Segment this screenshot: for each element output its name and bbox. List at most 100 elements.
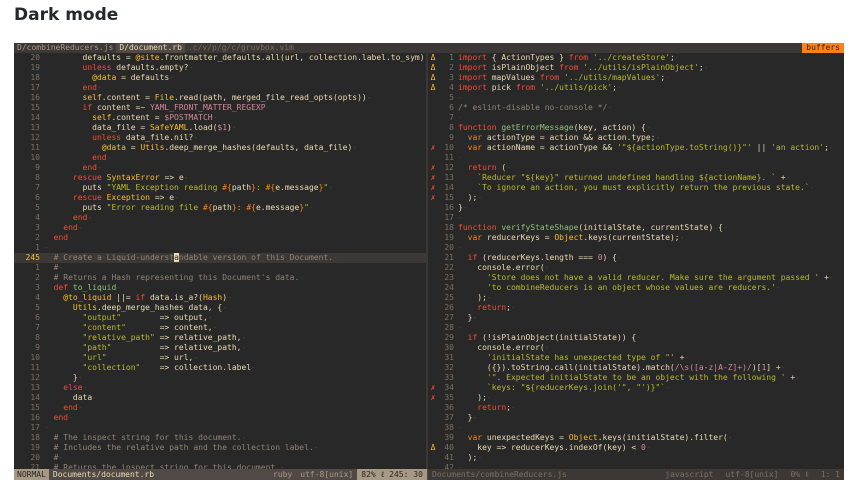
code-line[interactable]: 18 function verifyStateShape(initialState… [428, 223, 844, 233]
code-line[interactable]: 27 }- [428, 313, 844, 323]
code-line[interactable]: 10 "url" => url,- [14, 353, 426, 363]
code-text: data_file = SafeYAML.load($1)- [44, 123, 237, 132]
code-line[interactable]: 17 end- [14, 83, 426, 93]
code-line[interactable]: 19 unless defaults.empty?- [14, 63, 426, 73]
code-line[interactable]: 16}- [428, 203, 844, 213]
code-line[interactable]: ✗ 13 `Reducer "${key}" returned undefined… [428, 173, 844, 183]
line-number: 16 [444, 203, 454, 212]
code-line[interactable]: 33 '". Expected initialState to be an ob… [428, 373, 844, 383]
code-line[interactable]: 2 # Returns a Hash representing this Doc… [14, 273, 426, 283]
code-line[interactable]: 11 @data = Utils.deep_merge_hashes(defau… [14, 143, 426, 153]
code-line[interactable]: 20 #- [14, 453, 426, 463]
code-line[interactable]: 17- [14, 423, 426, 433]
code-line[interactable]: 21 if (reducerKeys.length === 0) {- [428, 253, 844, 263]
code-line[interactable]: 8 function getErrorMessage(key, action) {… [428, 123, 844, 133]
line-number: 35 [444, 393, 454, 402]
code-line[interactable]: 5 puts "Error reading file #{path}: #{e.… [14, 203, 426, 213]
code-line[interactable]: 26 return;- [428, 303, 844, 313]
tab-gruvbox-vim[interactable]: .c/v/p/g/c/gruvbox.vim [185, 43, 297, 53]
line-number: 9 [449, 133, 454, 142]
tab-document-rb[interactable]: D/document.rb [116, 43, 185, 53]
code-line[interactable]: 13 else- [14, 383, 426, 393]
code-line[interactable]: 32 ({}).toString.call(initialState).matc… [428, 363, 844, 373]
line-number: 24 [444, 283, 454, 292]
code-text: - [458, 93, 463, 102]
code-line[interactable]: 14 self.content = $POSTMATCH- [14, 113, 426, 123]
code-line[interactable]: 19 # Includes the relative path and the … [14, 443, 426, 453]
code-line[interactable]: 4 end- [14, 213, 426, 223]
code-line[interactable]: 8 "relative_path" => relative_path,- [14, 333, 426, 343]
line-number: 19 [30, 63, 40, 72]
code-line[interactable]: Δ 1 import { ActionTypes } from '../create… [428, 53, 844, 63]
code-line[interactable]: 6 "output" => output,- [14, 313, 426, 323]
right-editor-pane[interactable]: Δ 1 import { ActionTypes } from '../create… [428, 53, 844, 469]
cursor-line[interactable]: 245 # Create a Liquid-understandable ver… [14, 253, 426, 263]
code-line[interactable]: 36 return;- [428, 403, 844, 413]
code-line[interactable]: 31 'initialState has unexpected type of … [428, 353, 844, 363]
code-line[interactable]: 8 rescue SyntaxError => e- [14, 173, 426, 183]
code-line[interactable]: 18 @data = defaults- [14, 73, 426, 83]
code-line[interactable]: ✗ 14 `To ignore an action, you must expli… [428, 183, 844, 193]
line-number: 6 [35, 313, 40, 322]
code-line[interactable]: 6 /* eslint-disable no-console */- [428, 103, 844, 113]
code-line[interactable]: 5- [428, 93, 844, 103]
code-line[interactable]: 6 rescue Exception => e- [14, 193, 426, 203]
code-line[interactable]: 3 def to_liquid- [14, 283, 426, 293]
code-line[interactable]: 11- [428, 153, 844, 163]
code-line[interactable]: ✗ 15 );- [428, 193, 844, 203]
code-line[interactable]: 4 @to_liquid ||= if data.is_a?(Hash)- [14, 293, 426, 303]
code-line[interactable]: 10 end- [14, 153, 426, 163]
code-line[interactable]: 9 end- [14, 163, 426, 173]
code-line[interactable]: 1 #- [14, 263, 426, 273]
code-line[interactable]: 7- [428, 113, 844, 123]
code-line[interactable]: 30 console.error(- [428, 343, 844, 353]
code-line[interactable]: ✗ 12 return (- [428, 163, 844, 173]
code-line[interactable]: 25 );- [428, 293, 844, 303]
code-line[interactable]: 9 "path" => relative_path,- [14, 343, 426, 353]
code-line[interactable]: 20 defaults = @site.frontmatter_defaults… [14, 53, 426, 63]
code-line[interactable]: 15 end- [14, 403, 426, 413]
code-line[interactable]: Δ 4 import pick from '../utils/pick';- [428, 83, 844, 93]
code-line[interactable]: Δ 3 import mapValues from '../utils/mapVal… [428, 73, 844, 83]
code-line[interactable]: 16 self.content = File.read(path, merged… [14, 93, 426, 103]
code-line[interactable]: 20- [428, 243, 844, 253]
code-line[interactable]: 12 unless data_file.nil?- [14, 133, 426, 143]
code-line[interactable]: 16 end- [14, 413, 426, 423]
code-line[interactable]: ✗ 10 var actionName = actionType && '"${a… [428, 143, 844, 153]
code-line[interactable]: 14 data- [14, 393, 426, 403]
code-line[interactable]: 19 var reducerKeys = Object.keys(current… [428, 233, 844, 243]
code-line[interactable]: 1- [14, 243, 426, 253]
code-line[interactable]: Δ 40 key => reducerKeys.indexOf(key) < 0- [428, 443, 844, 453]
code-line[interactable]: 17- [428, 213, 844, 223]
code-line[interactable]: 9 var actionType = action && action.type… [428, 133, 844, 143]
code-line[interactable]: ✗ 35 );- [428, 393, 844, 403]
code-line[interactable]: 38- [428, 423, 844, 433]
code-line[interactable]: 2 end- [14, 233, 426, 243]
code-line[interactable]: Δ 2 import isPlainObject from '../utils/is… [428, 63, 844, 73]
code-line[interactable]: 28- [428, 323, 844, 333]
tabline: D/combineReducers.js D/document.rb .c/v/p/… [14, 43, 844, 53]
code-line[interactable]: 3 end- [14, 223, 426, 233]
code-line[interactable]: 23 'Store does not have a valid reducer.… [428, 273, 844, 283]
warning-sign-icon: Δ [430, 53, 436, 62]
code-line[interactable]: 11 "collection" => collection.label- [14, 363, 426, 373]
code-line[interactable]: 13 data_file = SafeYAML.load($1)- [14, 123, 426, 133]
line-number: 39 [444, 433, 454, 442]
code-line[interactable]: 15 if content =~ YAML_FRONT_MATTER_REGEX… [14, 103, 426, 113]
code-line[interactable]: ✗ 34 `keys: "${reducerKeys.join('", "')}"… [428, 383, 844, 393]
left-editor-pane[interactable]: 20 defaults = @site.frontmatter_defaults… [14, 53, 426, 469]
code-line[interactable]: 18 # The inspect string for this documen… [14, 433, 426, 443]
warning-sign-icon: Δ [430, 63, 436, 72]
line-number: 5 [449, 93, 454, 102]
code-line[interactable]: 7 puts "YAML Exception reading #{path}: … [14, 183, 426, 193]
code-line[interactable]: 39 var unexpectedKeys = Object.keys(init… [428, 433, 844, 443]
code-line[interactable]: 29 if (!isPlainObject(initialState)) {- [428, 333, 844, 343]
code-line[interactable]: 24 'to combineReducers is an object whos… [428, 283, 844, 293]
code-line[interactable]: 37 }- [428, 413, 844, 423]
code-line[interactable]: 7 "content" => content,- [14, 323, 426, 333]
code-line[interactable]: 5 Utils.deep_merge_hashes data, {- [14, 303, 426, 313]
code-line[interactable]: 22 console.error(- [428, 263, 844, 273]
tab-combine-reducers[interactable]: D/combineReducers.js [14, 43, 116, 53]
code-line[interactable]: 12 }- [14, 373, 426, 383]
code-line[interactable]: 41 );- [428, 453, 844, 463]
